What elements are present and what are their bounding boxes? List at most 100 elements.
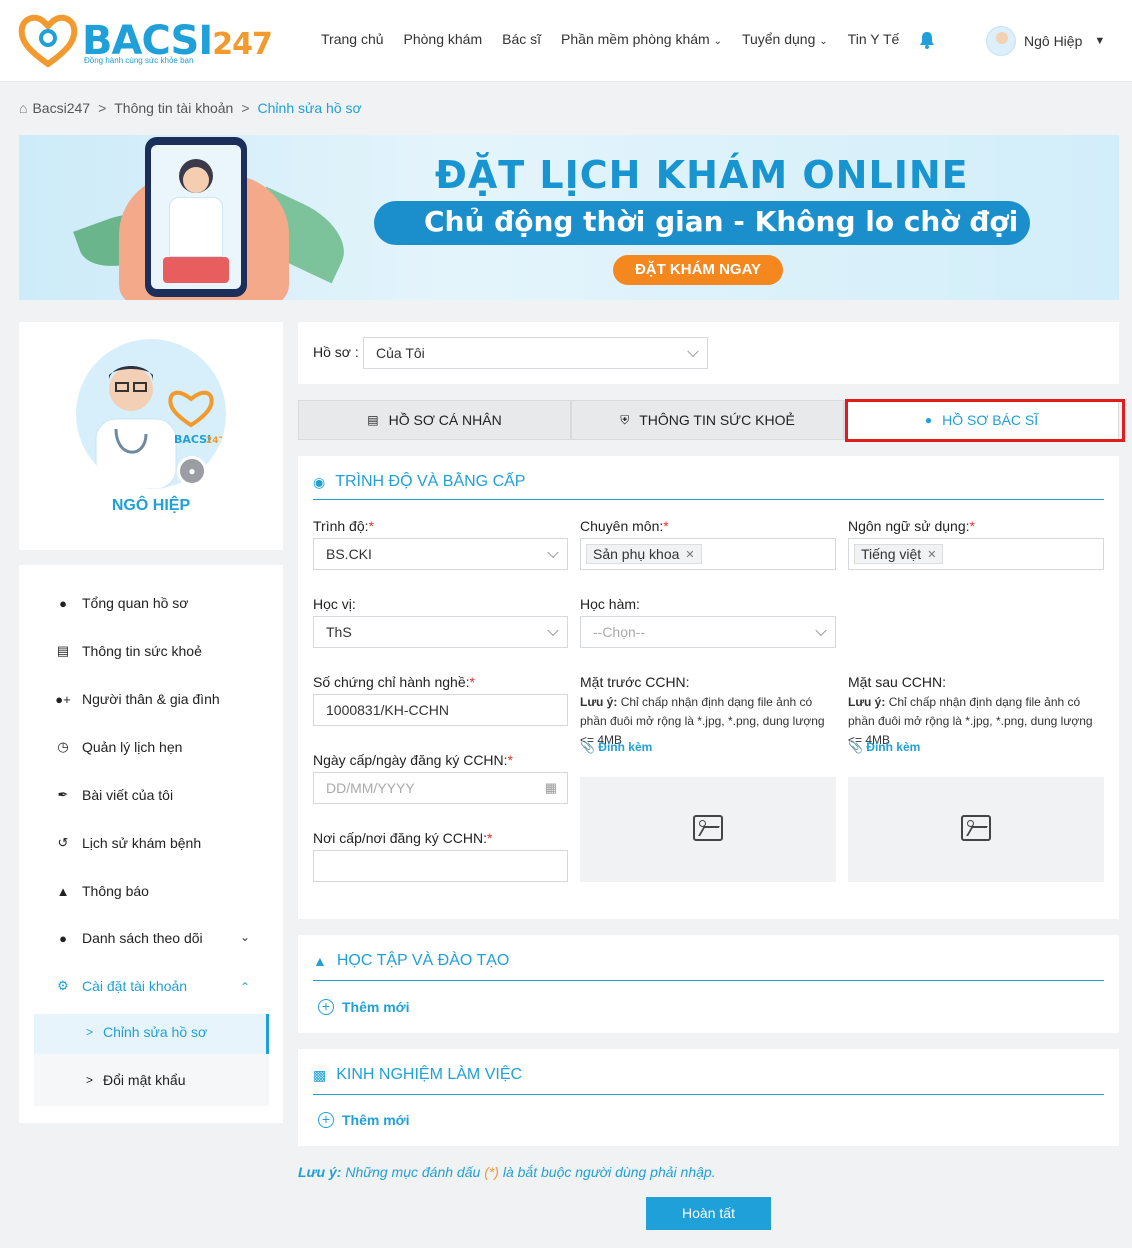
sidebar-menu: ● Tổng quan hồ sơ ▤ Thông tin sức khoẻ ●+ N… — [19, 565, 283, 1123]
section-title-text: TRÌNH ĐỘ VÀ BẰNG CẤP — [335, 473, 526, 490]
section-divider — [313, 1094, 1104, 1095]
sidebar-item-following[interactable]: ● Danh sách theo dõi — [55, 928, 203, 948]
mat-sau-label: Mặt sau CCHN: — [848, 674, 947, 690]
chevron-down-icon — [815, 624, 827, 637]
chuyen-mon-label: Chuyên môn:* — [580, 518, 669, 534]
section-divider — [313, 980, 1104, 981]
education-card: ▲ HỌC TẬP VÀ ĐÀO TẠO + Thêm mới — [298, 935, 1119, 1033]
breadcrumb-separator: > — [98, 100, 107, 116]
profile-selector-card: Hồ sơ : Của Tôi — [298, 322, 1119, 384]
required-note: Lưu ý: Những mục đánh dấu (*) là bắt buộ… — [298, 1164, 716, 1180]
section-title: ▲ HỌC TẬP VÀ ĐÀO TẠO — [313, 952, 509, 970]
home-icon: ⌂ — [19, 100, 28, 116]
close-icon[interactable]: ✕ — [685, 548, 694, 561]
ngon-ngu-select[interactable]: Tiếng việt ✕ — [848, 538, 1104, 570]
sidebar-item-label: Thông tin sức khoẻ — [82, 643, 202, 659]
section-title-text: HỌC TẬP VÀ ĐÀO TẠO — [336, 952, 510, 969]
bell-icon[interactable] — [919, 31, 937, 49]
promo-banner[interactable]: ĐẶT LỊCH KHÁM ONLINE Chủ động thời gian … — [19, 135, 1119, 300]
camera-icon[interactable]: ● — [177, 456, 207, 486]
nav-tin-y-te[interactable]: Tin Y Tế — [848, 31, 900, 47]
nav-trang-chu[interactable]: Trang chủ — [321, 31, 384, 47]
profile-select[interactable]: Của Tôi — [363, 337, 708, 369]
submenu-item-label: Chỉnh sửa hồ sơ — [103, 1024, 208, 1040]
nav-tuyen-dung[interactable]: Tuyển dụng ⌄ — [742, 31, 828, 47]
section-title: ▩ KINH NGHIỆM LÀM VIỆC — [313, 1066, 522, 1084]
mat-truoc-attach-link[interactable]: 📎 Đính kèm — [580, 740, 652, 754]
top-header: BACSI247 Đồng hành cùng sức khỏe bạn Tra… — [0, 0, 1132, 82]
sidebar-item-notifications[interactable]: ▲ Thông báo — [55, 881, 149, 901]
so-cc-input[interactable]: 1000831/KH-CCHN — [313, 694, 568, 726]
hoc-vi-select[interactable]: ThS — [313, 616, 568, 648]
so-cc-label: Số chứng chỉ hành nghề:* — [313, 674, 475, 690]
breadcrumb-home[interactable]: Bacsi247 — [32, 100, 90, 116]
sidebar-item-label: Cài đặt tài khoản — [82, 978, 188, 994]
add-experience-button[interactable]: + Thêm mới — [318, 1112, 410, 1128]
trinh-do-label: Trình độ:* — [313, 518, 374, 534]
paperclip-icon: 📎 — [580, 740, 595, 754]
chevron-down-icon — [547, 624, 559, 637]
logo-tagline: Đồng hành cùng sức khỏe bạn — [84, 56, 194, 65]
sidebar-item-family[interactable]: ●+ Người thân & gia đình — [55, 689, 219, 709]
close-icon[interactable]: ✕ — [927, 548, 936, 561]
calendar-icon[interactable]: ▦ — [545, 780, 557, 796]
trinh-do-value: BS.CKI — [326, 546, 372, 562]
hoc-ham-label: Học hàm: — [580, 596, 640, 612]
settings-submenu: > Chỉnh sửa hồ sơ > Đổi mật khẩu — [34, 1014, 269, 1106]
mat-sau-image-preview[interactable] — [848, 777, 1104, 882]
paperclip-icon: 📎 — [848, 740, 863, 754]
sidebar-item-health[interactable]: ▤ Thông tin sức khoẻ — [55, 641, 202, 661]
briefcase-icon: ▩ — [313, 1066, 327, 1083]
sidebar-item-appointments[interactable]: ◷ Quản lý lịch hẹn — [55, 737, 182, 757]
phone-illustration — [145, 137, 247, 297]
svg-text:247: 247 — [206, 436, 225, 446]
mat-sau-attach-link[interactable]: 📎 Đính kèm — [848, 740, 920, 754]
sidebar-item-label: Quản lý lịch hẹn — [82, 739, 183, 755]
specialty-tag: Sản phụ khoa ✕ — [586, 544, 702, 564]
sidebar-item-history[interactable]: ↺ Lịch sử khám bệnh — [55, 833, 202, 853]
ngon-ngu-label: Ngôn ngữ sử dụng:* — [848, 518, 975, 534]
submenu-item-change-password[interactable]: > Đổi mật khẩu — [86, 1072, 186, 1088]
highlight-box — [845, 399, 1125, 442]
mat-truoc-image-preview[interactable] — [580, 777, 836, 882]
sidebar-item-label: Bài viết của tôi — [82, 787, 174, 803]
sidebar-item-settings[interactable]: ⚙ Cài đặt tài khoản — [55, 976, 187, 996]
plus-circle-icon: + — [318, 999, 334, 1015]
profile-card: BACSI 247 ● NGÔ HIỆP — [19, 322, 283, 550]
nav-phan-mem[interactable]: Phần mềm phòng khám ⌄ — [561, 31, 722, 47]
submenu-item-edit-profile[interactable]: > Chỉnh sửa hồ sơ — [86, 1024, 207, 1040]
chuyen-mon-select[interactable]: Sản phụ khoa ✕ — [580, 538, 836, 570]
user-menu[interactable]: Ngô Hiệp ▼ — [986, 26, 1105, 56]
noi-cap-input[interactable] — [313, 850, 568, 882]
submit-button[interactable]: Hoàn tất — [646, 1197, 771, 1230]
chevron-up-icon[interactable]: ⌃ — [240, 980, 250, 994]
trinh-do-select[interactable]: BS.CKI — [313, 538, 568, 570]
pin-icon: ✒ — [57, 787, 69, 802]
banner-title: ĐẶT LỊCH KHÁM ONLINE — [435, 153, 969, 197]
chevron-down-icon — [687, 345, 699, 358]
so-cc-value: 1000831/KH-CCHN — [326, 702, 449, 718]
tab-personal[interactable]: ▤ HỒ SƠ CÁ NHÂN — [298, 400, 571, 440]
hoc-ham-select[interactable]: --Chọn-- — [580, 616, 836, 648]
image-icon — [693, 815, 723, 841]
site-logo[interactable]: BACSI247 Đồng hành cùng sức khỏe bạn — [18, 12, 273, 68]
chevron-down-icon[interactable]: ⌄ — [240, 930, 250, 944]
ngay-cap-input[interactable]: DD/MM/YYYY ▦ — [313, 772, 568, 804]
user-name: Ngô Hiệp — [1024, 33, 1083, 49]
add-education-button[interactable]: + Thêm mới — [318, 999, 410, 1015]
ngay-cap-placeholder: DD/MM/YYYY — [326, 780, 415, 796]
nav-bac-si[interactable]: Bác sĩ — [502, 31, 541, 47]
sidebar-item-label: Danh sách theo dõi — [82, 930, 203, 946]
profile-select-value: Của Tôi — [376, 345, 425, 361]
user-check-icon: ● — [59, 930, 67, 946]
sidebar-item-overview[interactable]: ● Tổng quan hồ sơ — [55, 593, 188, 613]
experience-card: ▩ KINH NGHIỆM LÀM VIỆC + Thêm mới — [298, 1049, 1119, 1146]
hoc-vi-value: ThS — [326, 624, 352, 640]
language-tag: Tiếng việt ✕ — [854, 544, 944, 564]
nav-phong-kham[interactable]: Phòng khám — [404, 31, 483, 47]
breadcrumb-account[interactable]: Thông tin tài khoản — [114, 100, 233, 116]
breadcrumb-separator: > — [241, 100, 250, 116]
tab-health[interactable]: ⛨ THÔNG TIN SỨC KHOẺ — [571, 400, 844, 440]
sidebar-item-posts[interactable]: ✒ Bài viết của tôi — [55, 785, 174, 805]
book-now-button[interactable]: ĐẶT KHÁM NGAY — [613, 255, 783, 285]
